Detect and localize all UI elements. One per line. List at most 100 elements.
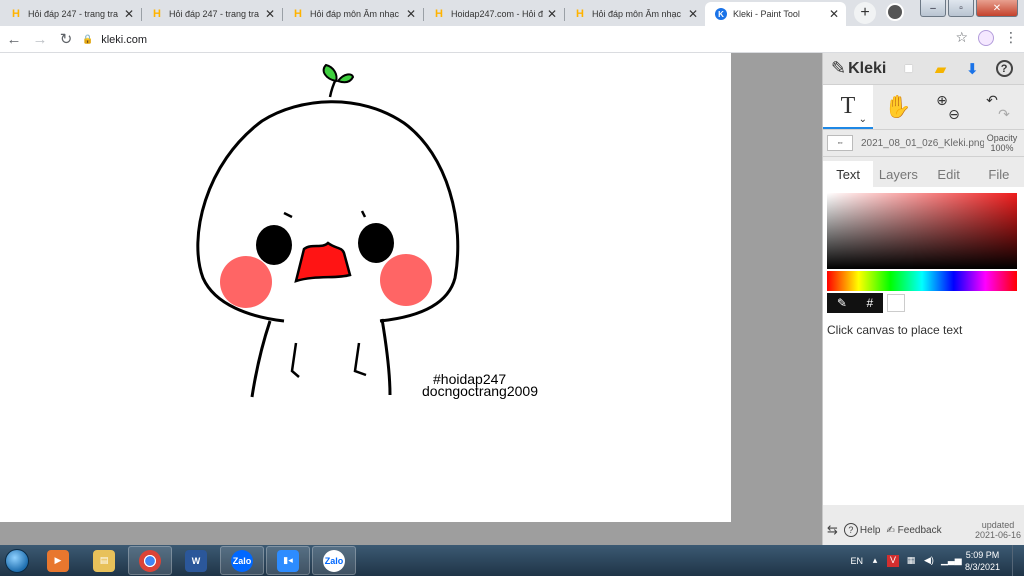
close-icon[interactable]: ✕ <box>123 7 135 21</box>
swap-icon[interactable]: ⇆ <box>827 522 838 538</box>
body-left <box>250 320 272 398</box>
tab-text[interactable]: Text <box>823 161 874 187</box>
open-folder-icon[interactable]: ▰ <box>925 55 957 83</box>
tab-layers[interactable]: Layers <box>873 161 923 187</box>
feedback-label: Feedback <box>897 524 942 536</box>
eye-right <box>358 223 394 263</box>
browser-tab-3[interactable]: H Hỏi đáp môn Âm nhạc ✕ <box>282 2 423 26</box>
antivirus-icon[interactable]: V <box>886 554 899 567</box>
help-icon[interactable]: ? <box>988 55 1020 83</box>
minimize-button[interactable]: – <box>920 0 946 17</box>
arm-right <box>353 342 367 377</box>
kleki-logo[interactable]: ✎ Kleki <box>831 58 893 79</box>
tray-expand-icon[interactable]: ▴ <box>869 555 881 567</box>
maximize-button[interactable]: ▫ <box>948 0 974 17</box>
hex-input-icon[interactable]: # <box>867 296 874 310</box>
file-info: ◦◦ 2021_08_01_0z6_Kleki.png Opacity 100% <box>823 129 1024 157</box>
tab-title: Kleki - Paint Tool <box>733 9 800 19</box>
layer-opacity[interactable]: Opacity 100% <box>984 133 1020 153</box>
volume-icon[interactable]: ◀) <box>923 555 935 567</box>
menu-icon[interactable]: ⋮ <box>1004 29 1018 46</box>
hoidap-icon: H <box>576 8 584 20</box>
close-icon[interactable]: ✕ <box>546 7 558 21</box>
close-icon[interactable]: ✕ <box>264 7 276 21</box>
network-icon[interactable]: ▦ <box>905 555 917 567</box>
media-player-icon: ▶ <box>47 549 69 572</box>
taskbar-media-player[interactable]: ▶ <box>36 546 80 575</box>
sprout-leaf-right <box>336 73 355 84</box>
browser-tab-active[interactable]: K Kleki - Paint Tool ✕ <box>705 2 846 26</box>
feedback-link[interactable]: ✍ Feedback <box>886 525 941 536</box>
new-tab-button[interactable]: + <box>854 2 876 24</box>
eyedropper-icon[interactable]: ✎ <box>837 296 847 310</box>
taskbar-word[interactable]: W <box>174 546 218 575</box>
taskbar-zalo-2[interactable]: Zalo <box>312 546 356 575</box>
taskbar-zoom[interactable]: ▮◂ <box>266 546 310 575</box>
zalo-icon: Zalo <box>323 549 345 572</box>
kleki-icon: K <box>715 8 727 20</box>
text-tool-button[interactable]: T ⌄ <box>823 85 873 129</box>
zoom-in-icon[interactable]: ⊕ <box>936 93 960 107</box>
tab-title: Hỏi đáp môn Âm nhạc <box>592 9 682 19</box>
new-image-icon[interactable]: ■ <box>893 55 925 83</box>
window-close-button[interactable]: ✕ <box>976 0 1018 17</box>
tab-file[interactable]: File <box>974 161 1024 187</box>
clock[interactable]: 5:09 PM 8/3/2021 <box>965 549 1000 573</box>
show-desktop-button[interactable] <box>1012 545 1024 576</box>
help-link[interactable]: ? Help <box>843 523 880 537</box>
taskbar-file-explorer[interactable]: ▤ <box>82 546 126 575</box>
hand-tool-button[interactable]: ✋ <box>873 85 923 129</box>
zoom-buttons: ⊕ ⊖ <box>923 85 973 129</box>
canvas-text-line-2[interactable]: docngoctrang2009 <box>422 384 538 398</box>
address-bar[interactable]: 🔒 kleki.com <box>82 29 954 50</box>
bookmark-star-icon[interactable]: ☆ <box>955 29 968 46</box>
signal-icon[interactable]: ▁▃▅ <box>941 555 962 567</box>
chevron-down-icon[interactable]: ⌄ <box>859 114 867 125</box>
drawing <box>196 63 460 398</box>
forward-icon[interactable]: → <box>28 27 52 51</box>
hoidap-icon: H <box>153 8 161 20</box>
url-text[interactable]: kleki.com <box>101 34 147 46</box>
taskbar-chrome[interactable] <box>128 546 172 575</box>
close-icon[interactable]: ✕ <box>687 7 699 21</box>
clock-date: 8/3/2021 <box>964 561 1000 572</box>
start-button[interactable] <box>0 545 34 576</box>
taskbar-zalo[interactable]: Zalo <box>220 546 264 575</box>
panel-header: ✎ Kleki ■ ▰ ⬇ ? <box>823 53 1024 85</box>
redo-icon[interactable]: ↷ <box>998 107 1010 121</box>
panel-tabs: Text Layers Edit File <box>823 161 1024 187</box>
zalo-icon: Zalo <box>231 549 253 572</box>
browser-tab-4[interactable]: H Hoidap247.com - Hỏi đ ✕ <box>423 2 564 26</box>
update-info: updated 2021-06-16 <box>975 520 1021 540</box>
kleki-logo-icon: ✎ <box>831 58 847 78</box>
download-icon[interactable]: ⬇ <box>956 55 988 83</box>
zoom-out-icon[interactable]: ⊖ <box>948 107 960 121</box>
lock-icon[interactable]: 🔒 <box>82 34 93 45</box>
browser-tab-1[interactable]: H Hỏi đáp 247 - trang tra ✕ <box>0 2 141 26</box>
profile-icon[interactable] <box>886 3 904 21</box>
tab-title: Hoidap247.com - Hỏi đ <box>451 9 544 19</box>
back-icon[interactable]: ← <box>2 27 26 51</box>
tool-row: T ⌄ ✋ ⊕ ⊖ ↶ ↷ <box>823 85 1024 129</box>
undo-icon[interactable]: ↶ <box>986 93 1010 107</box>
browser-tab-2[interactable]: H Hỏi đáp 247 - trang tra ✕ <box>141 2 282 26</box>
color-saturation-value-picker[interactable] <box>827 193 1017 269</box>
hue-slider[interactable] <box>827 271 1017 291</box>
windows-orb-icon <box>5 548 29 573</box>
close-icon[interactable]: ✕ <box>405 7 417 21</box>
blush-right <box>380 254 432 306</box>
image-thumbnail[interactable]: ◦◦ <box>827 135 853 151</box>
secondary-color-swatch[interactable] <box>887 294 905 312</box>
hoidap-icon: H <box>12 8 20 20</box>
language-indicator[interactable]: EN <box>850 556 863 566</box>
history-buttons: ↶ ↷ <box>973 85 1023 129</box>
tool-hint: Click canvas to place text <box>827 323 963 337</box>
tab-edit[interactable]: Edit <box>924 161 974 187</box>
browser-tab-5[interactable]: H Hỏi đáp môn Âm nhạc ✕ <box>564 2 705 26</box>
reload-icon[interactable]: ↻ <box>54 27 78 51</box>
drawing-canvas[interactable]: #hoidap247 docngoctrang2009 <box>0 53 731 522</box>
close-icon[interactable]: ✕ <box>828 7 840 21</box>
hoidap-icon: H <box>294 8 302 20</box>
extension-icon[interactable] <box>978 29 994 46</box>
canvas-workspace[interactable]: #hoidap247 docngoctrang2009 <box>0 53 822 545</box>
